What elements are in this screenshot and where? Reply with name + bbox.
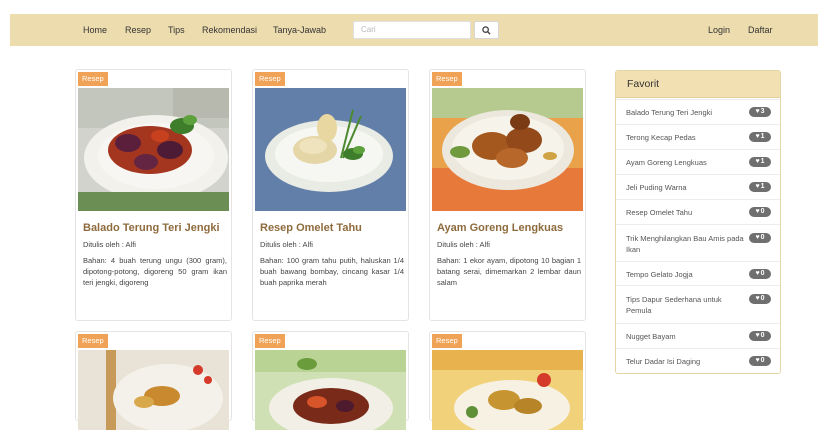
recipe-image[interactable] [255,88,406,211]
recipe-card[interactable]: Resep [429,331,586,430]
favorit-item-label: Resep Omelet Tahu [626,208,693,217]
favorit-item-label: Nugget Bayam [626,332,676,341]
recipe-image[interactable] [432,350,583,430]
recipe-title[interactable]: Balado Terung Teri Jengki [83,222,220,234]
recipe-card[interactable]: Resep Resep Omelet Tahu Ditulis oleh : A… [252,69,409,321]
heart-icon: ♥ [755,332,760,339]
favorit-item-label: Jeli Puding Warna [626,183,687,192]
like-count-badge: ♥ 0 [749,233,771,243]
favorit-item-label: Terong Kecap Pedas [626,133,696,142]
nav-daftar[interactable]: Daftar [748,14,773,46]
recipe-author: Ditulis oleh : Alfi [437,240,490,249]
favorit-item-label: Trik Menghilangkan Bau Amis pada Ikan [626,234,744,254]
recipe-author: Ditulis oleh : Alfi [83,240,136,249]
like-count-badge: ♥ 0 [749,294,771,304]
recipe-description: Bahan: 4 buah terung ungu (300 gram), di… [83,256,227,287]
recipe-description: Bahan: 1 ekor ayam, dipotong 10 bagian 1… [437,256,581,287]
favorit-item-label: Tips Dapur Sederhana untuk Pemula [626,295,722,315]
like-count-badge: ♥ 3 [749,107,771,117]
heart-icon: ♥ [755,270,760,277]
heart-icon: ♥ [755,108,760,115]
favorit-item-label: Tempo Gelato Jogja [626,270,693,279]
recipe-image[interactable] [78,88,229,211]
recipe-card[interactable]: Resep [75,331,232,430]
favorit-item[interactable]: Jeli Puding Warna ♥ 1 [616,174,780,199]
like-count-badge: ♥ 1 [749,182,771,192]
search-icon [482,25,491,35]
category-badge: Resep [432,334,462,348]
like-count-badge: ♥ 1 [749,132,771,142]
heart-icon: ♥ [755,234,760,241]
favorit-item[interactable]: Trik Menghilangkan Bau Amis pada Ikan ♥ 0 [616,224,780,261]
favorit-panel: Favorit Balado Terung Teri Jengki ♥ 3 Ter… [615,70,781,374]
favorit-item-label: Ayam Goreng Lengkuas [626,158,707,167]
category-badge: Resep [255,334,285,348]
nav-login[interactable]: Login [708,14,730,46]
category-badge: Resep [78,334,108,348]
search-button[interactable] [474,21,499,39]
like-count-badge: ♥ 1 [749,157,771,167]
recipe-image[interactable] [432,88,583,211]
favorit-item[interactable]: Balado Terung Teri Jengki ♥ 3 [616,99,780,124]
favorit-item[interactable]: Terong Kecap Pedas ♥ 1 [616,124,780,149]
favorit-item[interactable]: Nugget Bayam ♥ 0 [616,323,780,348]
like-count-badge: ♥ 0 [749,207,771,217]
nav-home[interactable]: Home [83,14,107,46]
nav-resep[interactable]: Resep [125,14,151,46]
favorit-item[interactable]: Resep Omelet Tahu ♥ 0 [616,199,780,224]
top-navbar: Home Resep Tips Rekomendasi Tanya-Jawab … [10,14,818,46]
search-input[interactable]: Cari [353,21,471,39]
heart-icon: ♥ [755,208,760,215]
nav-tips[interactable]: Tips [168,14,185,46]
recipe-description: Bahan: 100 gram tahu putih, haluskan 1/4… [260,256,404,287]
favorit-item-label: Telur Dadar Isi Daging [626,357,701,366]
favorit-item[interactable]: Ayam Goreng Lengkuas ♥ 1 [616,149,780,174]
heart-icon: ♥ [755,357,760,364]
like-count-badge: ♥ 0 [749,356,771,366]
favorit-item[interactable]: Tempo Gelato Jogja ♥ 0 [616,261,780,285]
like-count-badge: ♥ 0 [749,269,771,279]
favorit-title: Favorit [616,71,780,98]
recipe-title[interactable]: Resep Omelet Tahu [260,222,362,234]
recipe-card[interactable]: Resep Balado Terung Teri Jengki Ditulis … [75,69,232,321]
category-badge: Resep [255,72,285,86]
recipe-card[interactable]: Resep [252,331,409,430]
recipe-image[interactable] [255,350,406,430]
favorit-item-label: Balado Terung Teri Jengki [626,108,713,117]
recipe-title[interactable]: Ayam Goreng Lengkuas [437,222,563,234]
heart-icon: ♥ [755,158,760,165]
favorit-item[interactable]: Telur Dadar Isi Daging ♥ 0 [616,348,780,373]
heart-icon: ♥ [755,295,760,302]
heart-icon: ♥ [755,133,760,140]
nav-tanya-jawab[interactable]: Tanya-Jawab [273,14,326,46]
like-count-badge: ♥ 0 [749,331,771,341]
category-badge: Resep [78,72,108,86]
favorit-item[interactable]: Tips Dapur Sederhana untuk Pemula ♥ 0 [616,285,780,323]
heart-icon: ♥ [755,183,760,190]
category-badge: Resep [432,72,462,86]
recipe-author: Ditulis oleh : Alfi [260,240,313,249]
recipe-card[interactable]: Resep Ayam Goreng Lengkuas Ditulis oleh … [429,69,586,321]
nav-rekomendasi[interactable]: Rekomendasi [202,14,257,46]
recipe-image[interactable] [78,350,229,430]
